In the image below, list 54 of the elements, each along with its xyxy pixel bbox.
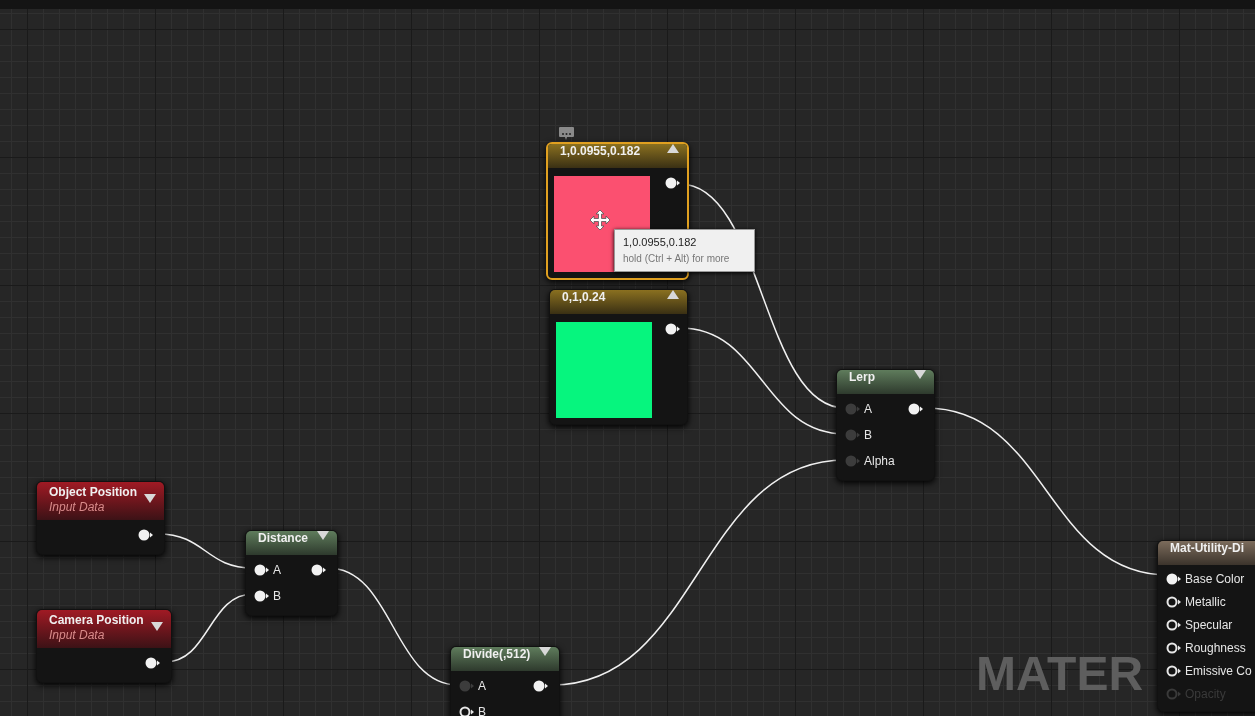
pin-icon[interactable] [254, 564, 270, 576]
pin-icon[interactable] [1166, 572, 1182, 585]
expand-arrow-icon[interactable] [914, 370, 926, 379]
pin-icon[interactable] [311, 564, 327, 576]
node-title: 1,0.0955,0.182 [560, 144, 641, 159]
pin-icon[interactable] [1166, 595, 1182, 608]
comment-bubble-icon[interactable] [559, 127, 574, 140]
node-title: 0,1,0.24 [562, 290, 606, 305]
pin-icon[interactable] [254, 590, 270, 602]
collapse-arrow-icon[interactable] [667, 144, 679, 153]
pin-label: A [864, 401, 872, 418]
pin-label: Metallic [1185, 593, 1226, 611]
graph-node[interactable]: 0,1,0.24 [549, 289, 688, 425]
pin-label: Emissive Co [1185, 662, 1252, 680]
pin-label: B [864, 427, 872, 444]
node-title: Mat-Utility-Di [1170, 541, 1244, 556]
pin-icon[interactable] [459, 706, 475, 716]
expand-arrow-icon[interactable] [539, 647, 551, 656]
node-title: Lerp [849, 370, 875, 385]
pin-icon[interactable] [1166, 641, 1182, 654]
pin-label: Alpha [864, 453, 895, 470]
graph-watermark: MATER [976, 650, 1144, 698]
pin-icon[interactable] [1166, 618, 1182, 631]
pin-label: A [478, 678, 486, 695]
node-subtitle: Input Data [49, 628, 106, 643]
node-title: Object Position [49, 485, 137, 500]
pin-label: B [273, 588, 281, 605]
pin-label: Base Color [1185, 570, 1245, 588]
graph-node[interactable]: Lerp A B Alpha [836, 369, 935, 481]
graph-node[interactable]: Divide(,512) A B [450, 646, 560, 716]
graph-node[interactable]: Camera Position Input Data [36, 609, 172, 683]
pin-icon[interactable] [1166, 664, 1182, 677]
pin-label: B [478, 704, 486, 716]
pin-icon[interactable] [145, 657, 161, 669]
pin-label: Roughness [1185, 639, 1246, 657]
color-swatch[interactable] [556, 322, 652, 418]
pin-icon[interactable] [908, 403, 924, 415]
pin-label: Specular [1185, 616, 1233, 634]
expand-arrow-icon[interactable] [151, 622, 163, 631]
move-cursor-icon [589, 209, 611, 231]
collapse-arrow-icon[interactable] [667, 290, 679, 299]
node-title: Divide(,512) [463, 647, 531, 662]
pin-icon[interactable] [138, 529, 154, 541]
pin-icon[interactable] [665, 323, 681, 335]
expand-arrow-icon[interactable] [317, 531, 329, 540]
node-subtitle: Input Data [49, 500, 106, 515]
pin-label: A [273, 562, 281, 579]
pin-icon[interactable] [533, 680, 549, 692]
node-title: Distance [258, 531, 309, 546]
expand-arrow-icon[interactable] [144, 494, 156, 503]
graph-node[interactable]: Object Position Input Data [36, 481, 165, 555]
graph-node[interactable]: Distance A B [245, 530, 338, 616]
pin-icon[interactable] [665, 177, 681, 189]
node-title: Camera Position [49, 613, 144, 628]
